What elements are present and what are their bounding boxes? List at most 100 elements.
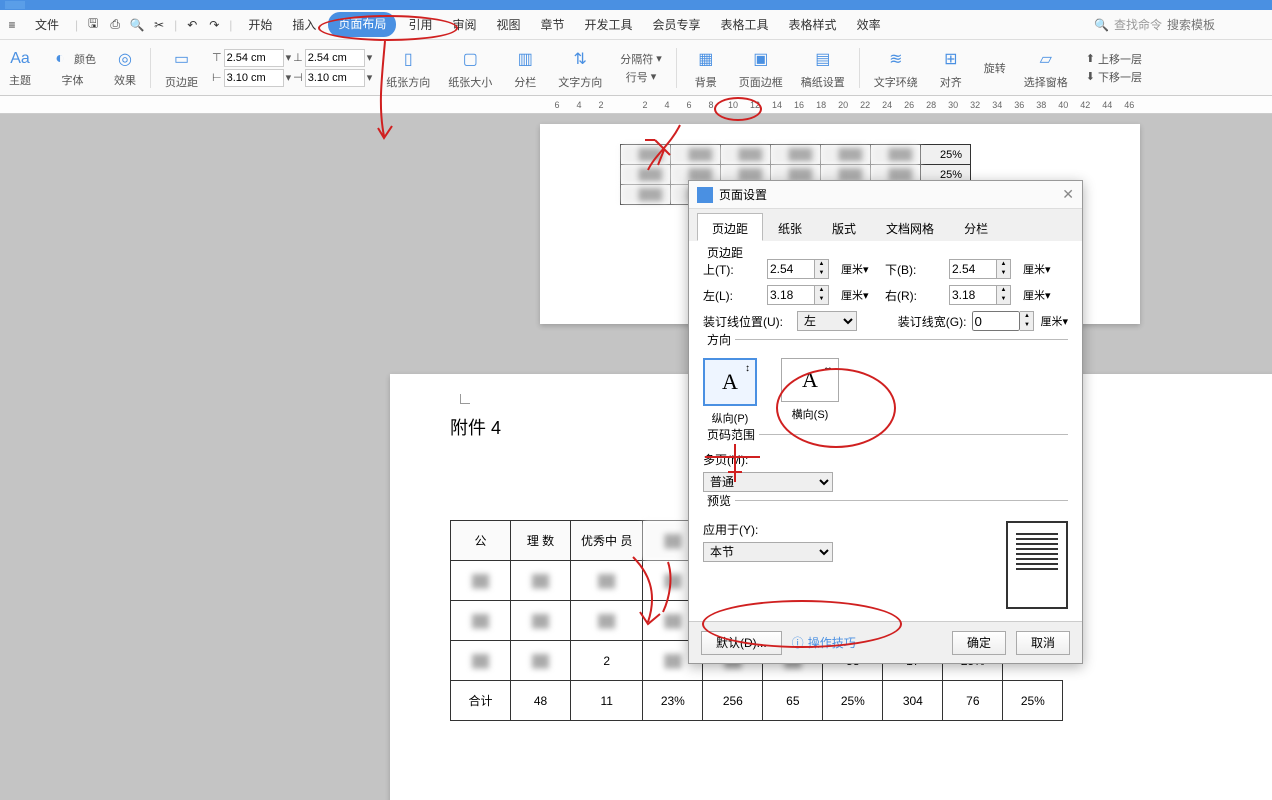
tips-link[interactable]: ⓘ操作技巧 — [792, 634, 856, 651]
dialog-tab-0[interactable]: 页边距 — [697, 213, 763, 241]
textwrap-icon[interactable]: ≋ — [881, 46, 911, 72]
table-cell[interactable]: 25% — [823, 681, 883, 721]
margin-left-input[interactable] — [224, 69, 284, 87]
app-tabbar — [0, 0, 1272, 10]
table-cell[interactable]: ██ — [451, 641, 511, 681]
dialog-tab-4[interactable]: 分栏 — [949, 213, 1003, 241]
dialog-tab-1[interactable]: 纸张 — [763, 213, 817, 241]
bringforward-icon[interactable]: ⬆ — [1086, 52, 1095, 65]
page-preview-icon — [1006, 521, 1068, 609]
info-icon: ⓘ — [792, 634, 804, 651]
menu-tab-10[interactable]: 表格样式 — [781, 12, 845, 37]
table-cell[interactable]: 256 — [703, 681, 763, 721]
color-icon[interactable]: ◐ — [49, 48, 71, 70]
pagemargin-icon[interactable]: ▭ — [167, 46, 197, 72]
menu-tab-8[interactable]: 会员专享 — [645, 12, 709, 37]
orientation-icon[interactable]: ▯ — [393, 46, 423, 72]
page-setup-dialog: 页面设置 ✕ 页边距纸张版式文档网格分栏 页边距 上(T): ▲▼ 厘米▾ 下(… — [688, 180, 1083, 664]
papersize-icon[interactable]: ▢ — [455, 46, 485, 72]
horizontal-ruler[interactable]: 6422468101214161820222426283032343638404… — [0, 96, 1272, 114]
landscape-option[interactable]: A↔ — [781, 358, 839, 402]
effect-icon[interactable]: ◎ — [114, 48, 136, 70]
dialog-app-icon — [697, 187, 713, 203]
pageborder-icon[interactable]: ▣ — [746, 46, 776, 72]
search-icon: 🔍 — [1094, 18, 1109, 32]
table-cell[interactable]: 11 — [571, 681, 643, 721]
save-icon[interactable]: 🖫 — [86, 18, 100, 32]
menu-tab-4[interactable]: 审阅 — [444, 12, 484, 37]
multipage-select[interactable]: 普通 — [703, 472, 833, 492]
table-cell[interactable]: 304 — [883, 681, 943, 721]
table-cell[interactable]: ██ — [451, 601, 511, 641]
menu-tab-3[interactable]: 引用 — [400, 12, 440, 37]
gutter-width-input[interactable] — [972, 311, 1020, 331]
dialog-tab-3[interactable]: 文档网格 — [871, 213, 949, 241]
dialog-tabs: 页边距纸张版式文档网格分栏 — [689, 209, 1082, 241]
preview-icon[interactable]: 🔍 — [130, 18, 144, 32]
dialog-title: 页面设置 — [719, 186, 767, 203]
pagecode-legend: 页码范围 — [703, 426, 759, 443]
ok-button[interactable]: 确定 — [952, 631, 1006, 655]
table-cell[interactable]: 48 — [511, 681, 571, 721]
menu-tab-9[interactable]: 表格工具 — [713, 12, 777, 37]
print-icon[interactable]: ⎙ — [108, 18, 122, 32]
gutter-pos-select[interactable]: 左 — [797, 311, 857, 331]
hamburger-icon[interactable]: ≡ — [5, 18, 19, 32]
portrait-option[interactable]: A↕ — [703, 358, 757, 406]
textdir-icon[interactable]: ⇅ — [565, 46, 595, 72]
margin-right-input[interactable] — [305, 69, 365, 87]
margin-top-input[interactable] — [224, 49, 284, 67]
font-label[interactable]: 字体 — [62, 72, 84, 88]
sendback-icon[interactable]: ⬇ — [1086, 70, 1095, 83]
redo-icon[interactable]: ↷ — [207, 18, 221, 32]
default-button[interactable]: 默认(D)... — [701, 631, 782, 655]
undo-icon[interactable]: ↶ — [185, 18, 199, 32]
apply-to-select[interactable]: 本节 — [703, 542, 833, 562]
template-search-input[interactable] — [1167, 18, 1267, 32]
orientation-legend: 方向 — [703, 331, 735, 348]
table-cell[interactable]: ██ — [571, 561, 643, 601]
ribbon-toolbar: Aa 主题 ◐颜色 字体 ◎ 效果 ▭ 页边距 ⊤▾⊥▾ ⊢▾⊣▾ ▯纸张方向 … — [0, 40, 1272, 96]
table-cell[interactable]: ██ — [511, 641, 571, 681]
table-cell[interactable]: 25% — [1003, 681, 1063, 721]
cut-icon[interactable]: ✂ — [152, 18, 166, 32]
margin-bottom-dlg-input[interactable] — [949, 259, 997, 279]
command-search[interactable]: 🔍 查找命令 — [1094, 16, 1267, 33]
dialog-titlebar[interactable]: 页面设置 ✕ — [689, 181, 1082, 209]
table-cell[interactable]: 合计 — [451, 681, 511, 721]
menu-tab-1[interactable]: 插入 — [284, 12, 324, 37]
margins-legend: 页边距 — [703, 244, 747, 261]
menu-tab-2[interactable]: 页面布局 — [328, 12, 396, 37]
close-icon[interactable]: ✕ — [1062, 186, 1074, 203]
watermark-icon[interactable]: ▤ — [808, 46, 838, 72]
columns-icon[interactable]: ▥ — [510, 46, 540, 72]
margin-top-icon: ⊤ — [212, 51, 222, 64]
app-tab[interactable] — [5, 1, 25, 9]
menubar: ≡ 文件 | 🖫 ⎙ 🔍 ✂ | ↶ ↷ | 开始插入页面布局引用审阅视图章节开… — [0, 10, 1272, 40]
table-cell[interactable]: ██ — [571, 601, 643, 641]
menu-tab-11[interactable]: 效率 — [849, 12, 889, 37]
align-icon[interactable]: ⊞ — [936, 46, 966, 72]
table-cell[interactable]: 23% — [643, 681, 703, 721]
selectpane-icon[interactable]: ▱ — [1031, 46, 1061, 72]
table-cell[interactable]: ██ — [511, 561, 571, 601]
menu-tab-7[interactable]: 开发工具 — [577, 12, 641, 37]
margin-bottom-input[interactable] — [305, 49, 365, 67]
menu-tab-0[interactable]: 开始 — [240, 12, 280, 37]
menu-tab-6[interactable]: 章节 — [532, 12, 572, 37]
margin-top-dlg-input[interactable] — [767, 259, 815, 279]
margin-left-dlg-input[interactable] — [767, 285, 815, 305]
theme-icon[interactable]: Aa — [9, 48, 31, 70]
table-cell[interactable]: 2 — [571, 641, 643, 681]
table-cell[interactable]: ██ — [511, 601, 571, 641]
table-cell[interactable]: 65 — [763, 681, 823, 721]
file-menu[interactable]: 文件 — [27, 12, 67, 37]
table-cell[interactable]: 76 — [943, 681, 1003, 721]
table-cell[interactable]: ██ — [451, 561, 511, 601]
background-icon[interactable]: ▦ — [691, 46, 721, 72]
dialog-tab-2[interactable]: 版式 — [817, 213, 871, 241]
cancel-button[interactable]: 取消 — [1016, 631, 1070, 655]
margin-left-icon: ⊢ — [212, 71, 222, 84]
menu-tab-5[interactable]: 视图 — [488, 12, 528, 37]
margin-right-dlg-input[interactable] — [949, 285, 997, 305]
